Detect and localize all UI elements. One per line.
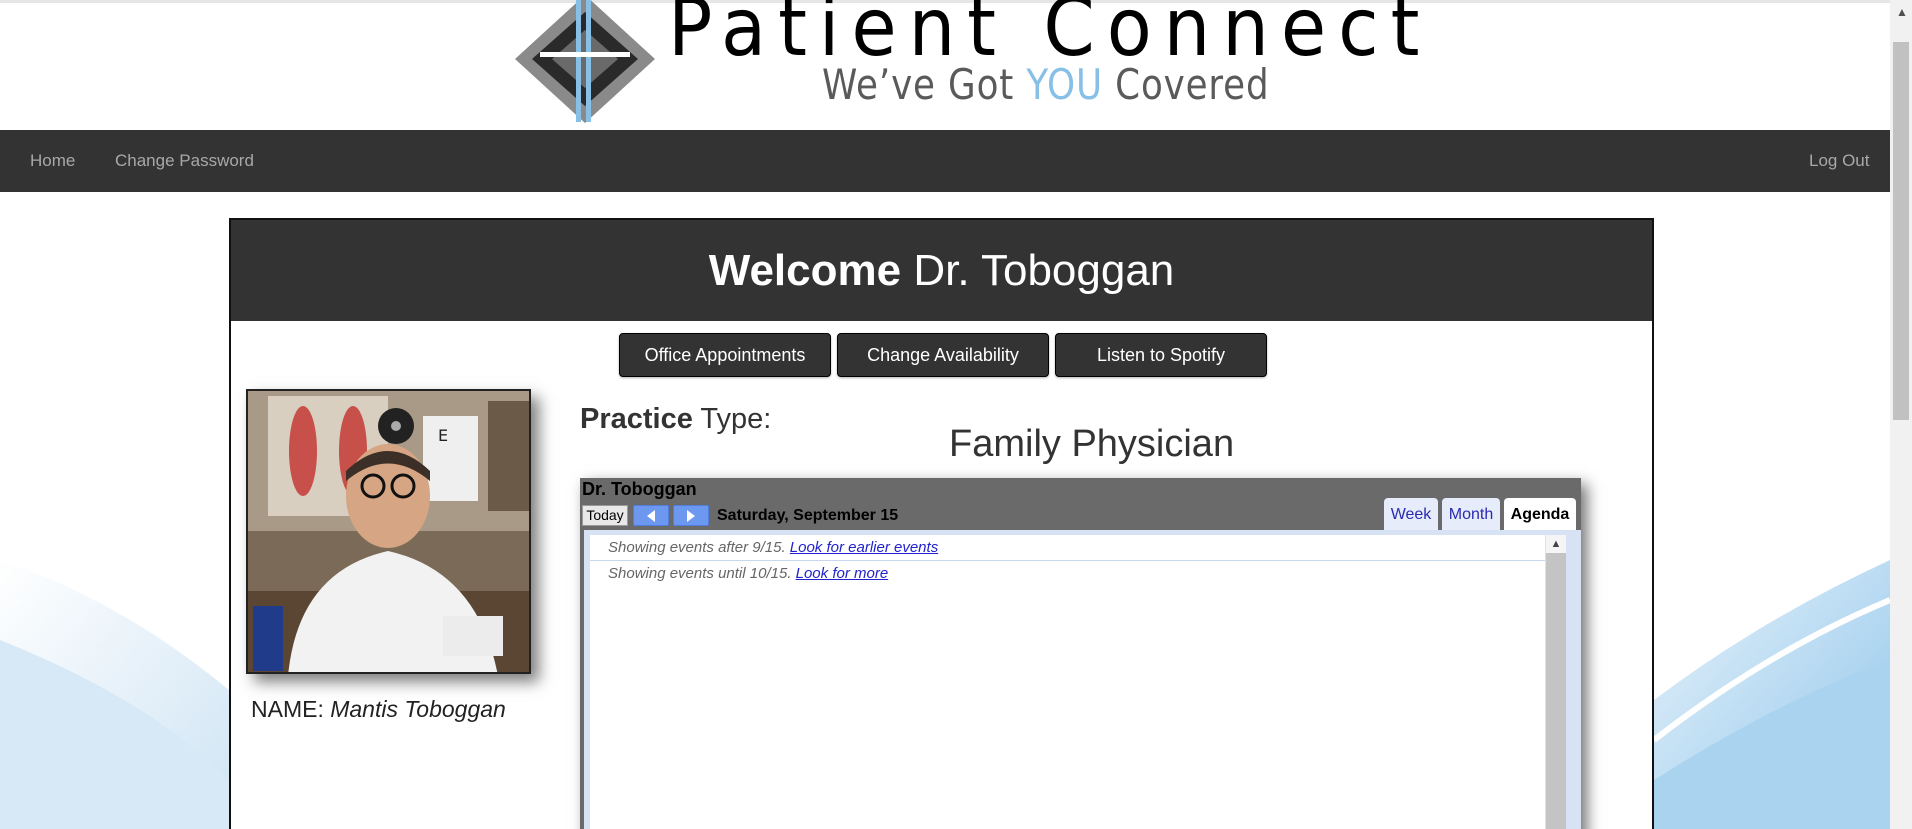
calendar-widget: Dr. Toboggan Today Saturday, September 1… bbox=[580, 478, 1581, 829]
listen-to-spotify-button[interactable]: Listen to Spotify bbox=[1055, 333, 1267, 377]
change-availability-button[interactable]: Change Availability bbox=[837, 333, 1049, 377]
calendar-tab-month[interactable]: Month bbox=[1442, 498, 1500, 532]
agenda-more-row: Showing events until 10/15. Look for mor… bbox=[608, 565, 889, 582]
agenda-scroll-up-icon[interactable]: ▲ bbox=[1546, 535, 1566, 553]
doctor-name: NAME: Mantis Toboggan bbox=[251, 696, 506, 722]
calendar-prev-button[interactable] bbox=[633, 505, 669, 526]
look-for-earlier-events-link[interactable]: Look for earlier events bbox=[790, 539, 938, 556]
arrow-right-icon bbox=[687, 510, 695, 522]
logo-title: Patient Connect bbox=[668, 0, 1432, 74]
calendar-title: Dr. Toboggan bbox=[582, 479, 697, 499]
agenda-scrollbar[interactable]: ▲ bbox=[1546, 535, 1566, 829]
welcome-header: Welcome Dr. Toboggan bbox=[231, 220, 1652, 321]
calendar-agenda-body: Showing events after 9/15. Look for earl… bbox=[584, 530, 1581, 829]
calendar-tab-week[interactable]: Week bbox=[1384, 498, 1438, 532]
scroll-thumb[interactable] bbox=[1893, 42, 1909, 420]
page-scrollbar[interactable]: ▲ bbox=[1890, 0, 1912, 829]
svg-text:E: E bbox=[438, 426, 448, 445]
calendar-next-button[interactable] bbox=[673, 505, 709, 526]
doctor-portrait-image: E bbox=[248, 391, 529, 672]
top-navbar: Home Change Password Log Out bbox=[0, 130, 1890, 192]
doctor-photo: E bbox=[246, 389, 531, 674]
nav-logout-link[interactable]: Log Out bbox=[1809, 130, 1870, 192]
agenda-list: Showing events after 9/15. Look for earl… bbox=[590, 535, 1545, 829]
diamond-cross-logo-icon bbox=[515, 0, 655, 123]
nav-home-link[interactable]: Home bbox=[30, 130, 75, 192]
nav-change-password-link[interactable]: Change Password bbox=[115, 130, 254, 192]
scroll-up-arrow-icon[interactable]: ▲ bbox=[1896, 6, 1908, 18]
calendar-today-button[interactable]: Today bbox=[582, 505, 628, 526]
doctor-dashboard-panel: Welcome Dr. Toboggan Office Appointments… bbox=[229, 218, 1654, 829]
practice-type-label: Practice Type: bbox=[580, 403, 772, 435]
patient-connect-logo: Patient Connect We’ve Got YOU Covered bbox=[500, 0, 1419, 128]
logo-tagline: We’ve Got YOU Covered bbox=[822, 60, 1270, 109]
calendar-date-label: Saturday, September 15 bbox=[717, 507, 899, 524]
agenda-earlier-row: Showing events after 9/15. Look for earl… bbox=[590, 535, 1545, 561]
calendar-tab-agenda[interactable]: Agenda bbox=[1504, 498, 1576, 532]
practice-type-value: Family Physician bbox=[949, 423, 1235, 465]
arrow-left-icon bbox=[647, 510, 655, 522]
office-appointments-button[interactable]: Office Appointments bbox=[619, 333, 831, 377]
look-for-more-link[interactable]: Look for more bbox=[796, 565, 889, 582]
